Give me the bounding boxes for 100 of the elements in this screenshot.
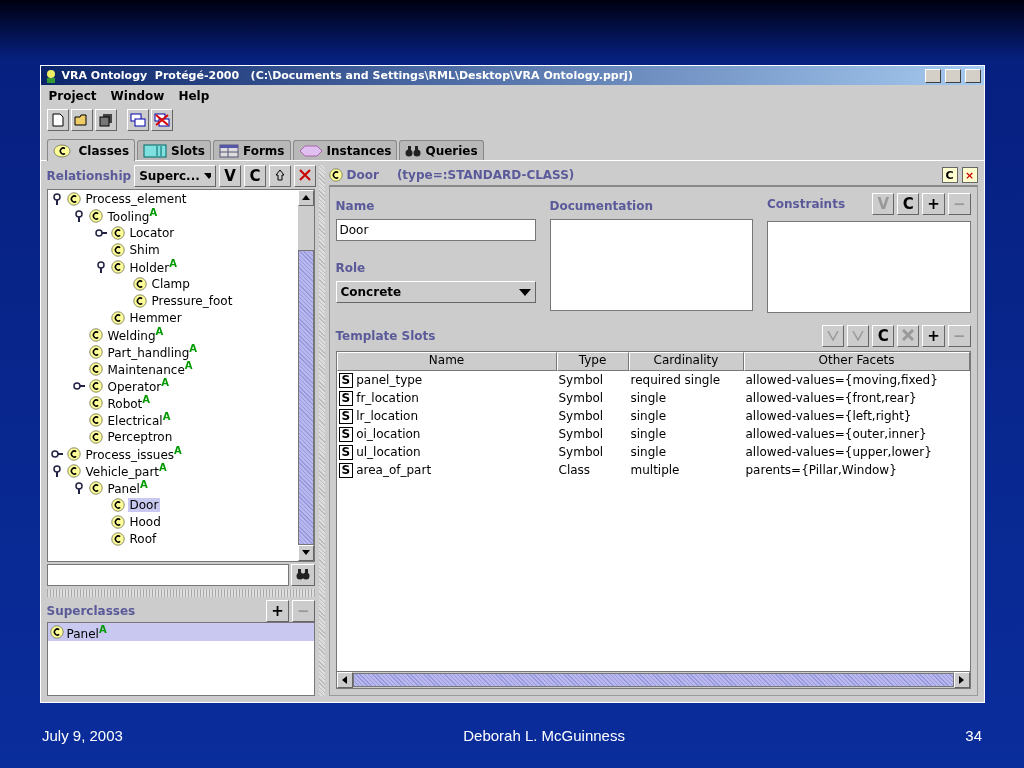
- expand-handle-icon[interactable]: [94, 260, 107, 273]
- cross-icon: [902, 329, 915, 341]
- column-header[interactable]: Other Facets: [743, 352, 970, 371]
- tree-item[interactable]: Robot$^{A}$: [105, 394, 153, 411]
- class-type-text: (type=:STANDARD-CLASS): [396, 168, 576, 182]
- tree-item[interactable]: Electrical$^{A}$: [105, 411, 173, 428]
- close-button[interactable]: [964, 68, 981, 83]
- column-header[interactable]: Cardinality: [628, 352, 744, 371]
- tree-item[interactable]: Vehicle_part$^{A}$: [83, 462, 169, 479]
- role-dropdown[interactable]: Concrete: [335, 281, 536, 303]
- name-field[interactable]: Door: [335, 219, 536, 241]
- tree-action-button[interactable]: V: [219, 165, 242, 187]
- column-header[interactable]: Name: [336, 352, 557, 371]
- table-cell-text: Symbol: [557, 427, 605, 441]
- table-cell-text: parents={Pillar,Window}: [744, 463, 898, 477]
- menu-item[interactable]: Help: [178, 89, 210, 103]
- class-icon: [88, 395, 103, 410]
- header-button[interactable]: C: [941, 167, 958, 183]
- constraints-field[interactable]: [767, 221, 971, 313]
- view-facet-button[interactable]: [847, 325, 870, 347]
- save-button[interactable]: [94, 109, 117, 131]
- class-icon: [66, 446, 81, 461]
- table-cell-text: single: [629, 427, 668, 441]
- tree-item[interactable]: Pressure_foot: [149, 293, 235, 308]
- constraint-button[interactable]: +: [922, 193, 945, 215]
- open-folder-button[interactable]: [70, 109, 93, 131]
- superclass-item[interactable]: Panel$^{A}$: [47, 623, 314, 641]
- tree-item[interactable]: Door: [127, 497, 161, 512]
- menu-item[interactable]: Project: [48, 89, 97, 103]
- class-icon: [88, 208, 103, 223]
- column-header[interactable]: Type: [556, 352, 629, 371]
- tree-item[interactable]: Tooling$^{A}$: [105, 207, 160, 224]
- form-icon: [219, 143, 239, 158]
- table-cell-text: Symbol: [557, 373, 605, 387]
- tree-item[interactable]: Welding$^{A}$: [105, 326, 166, 343]
- tree-item[interactable]: Clamp: [149, 276, 192, 291]
- stacked-disks-icon: [98, 113, 113, 127]
- tree-item[interactable]: Roof: [127, 531, 159, 546]
- class-icon: [88, 344, 103, 359]
- tab[interactable]: Forms: [213, 140, 291, 160]
- cascade-windows-button[interactable]: [126, 109, 149, 131]
- close-windows-button[interactable]: [150, 109, 173, 131]
- tab[interactable]: Queries: [399, 140, 484, 160]
- up-arrow-icon: [275, 169, 286, 181]
- tab[interactable]: Classes: [46, 139, 136, 161]
- tree-item[interactable]: Part_handling$^{A}$: [105, 343, 199, 360]
- tree-item[interactable]: Process_issues$^{A}$: [83, 445, 184, 462]
- class-name-header: Door: [346, 168, 379, 182]
- horizontal-scrollbar[interactable]: [336, 671, 970, 688]
- tab[interactable]: Instances: [292, 140, 398, 160]
- tree-item[interactable]: Operator$^{A}$: [105, 377, 171, 394]
- constraint-button[interactable]: C: [897, 193, 920, 215]
- tree-action-button[interactable]: C: [244, 165, 267, 187]
- class-icon: [132, 293, 147, 308]
- expand-handle-icon[interactable]: [72, 209, 85, 222]
- tree-item[interactable]: Locator: [127, 225, 177, 240]
- table-cell: ul_location: [356, 445, 421, 459]
- scrollbar[interactable]: [297, 190, 314, 561]
- remove-slot-button[interactable]: [897, 325, 920, 347]
- tree-item[interactable]: Hemmer: [127, 310, 184, 325]
- expand-handle-icon[interactable]: [72, 379, 85, 392]
- relationship-dropdown[interactable]: Superc...: [134, 165, 217, 187]
- header-button[interactable]: ×: [961, 167, 978, 183]
- footer-author: Deborah L. McGuinness: [463, 727, 625, 744]
- page-number: 34: [965, 727, 982, 744]
- slot-marker: S: [338, 408, 354, 424]
- tree-item[interactable]: Panel$^{A}$: [105, 479, 150, 496]
- class-icon: [66, 463, 81, 478]
- search-field[interactable]: [46, 564, 289, 586]
- expand-handle-icon[interactable]: [50, 192, 63, 205]
- tree-item[interactable]: Hood: [127, 514, 163, 529]
- splitter-handle[interactable]: [46, 589, 315, 597]
- expand-handle-icon[interactable]: [94, 226, 107, 239]
- expand-handle-icon[interactable]: [72, 481, 85, 494]
- tree-item[interactable]: Maintenance$^{A}$: [105, 360, 195, 377]
- menu-item[interactable]: Window: [110, 89, 165, 103]
- caret-icon: [203, 173, 212, 179]
- delete-button[interactable]: [294, 165, 317, 187]
- tree-item[interactable]: Shim: [127, 242, 162, 257]
- minimize-button[interactable]: [924, 68, 941, 83]
- tree-item[interactable]: Perceptron: [105, 429, 175, 444]
- class-icon: [110, 310, 125, 325]
- class-icon: [110, 531, 125, 546]
- expand-handle-icon[interactable]: [50, 464, 63, 477]
- tree-item[interactable]: Holder$^{A}$: [127, 258, 179, 275]
- class-icon: [110, 259, 125, 274]
- slot-button[interactable]: +: [922, 325, 945, 347]
- expand-handle-icon[interactable]: [50, 447, 63, 460]
- superclasses-label: Superclasses: [46, 604, 136, 618]
- new-file-button[interactable]: [46, 109, 69, 131]
- view-slot-button[interactable]: [822, 325, 845, 347]
- tree-item[interactable]: Process_element: [83, 191, 189, 206]
- maximize-button[interactable]: [944, 68, 961, 83]
- search-button[interactable]: [290, 564, 315, 586]
- tab[interactable]: Slots: [137, 140, 211, 160]
- move-up-button[interactable]: [269, 165, 292, 187]
- documentation-field[interactable]: [549, 219, 753, 311]
- role-label: Role: [335, 261, 367, 275]
- slot-button[interactable]: C: [872, 325, 895, 347]
- superclass-button[interactable]: +: [266, 600, 289, 622]
